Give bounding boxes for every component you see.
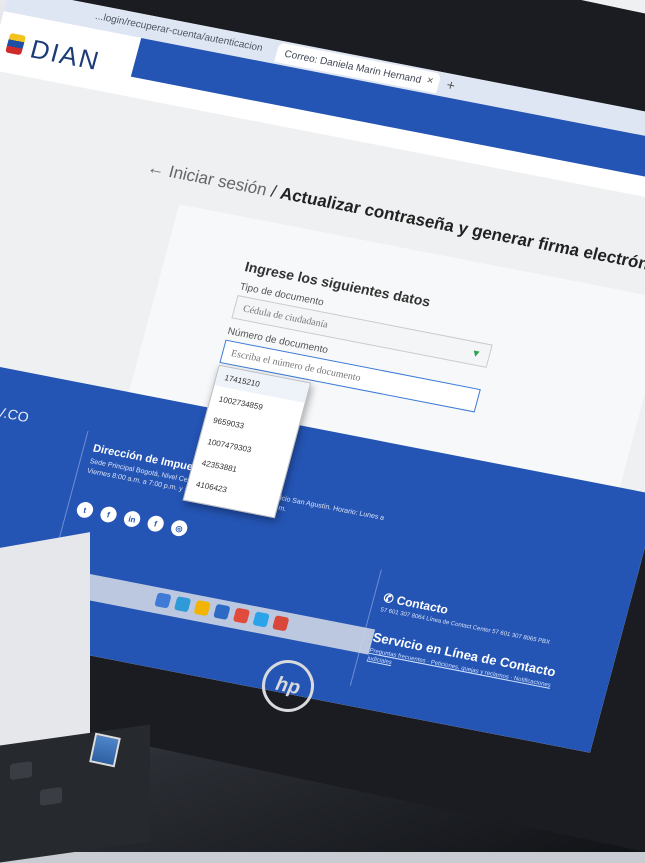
keyboard-key [10,761,32,781]
autocomplete-option[interactable]: 1007479303 [206,437,252,454]
monitor-screen: ...login/recuperar-cuenta/autenticacion … [0,0,645,753]
close-icon[interactable]: × [425,74,434,87]
autocomplete-option[interactable]: 1002734859 [218,395,264,412]
new-tab-icon[interactable]: + [445,76,457,93]
keyboard [0,724,150,863]
autocomplete-option[interactable]: 4106423 [195,480,228,495]
autocomplete-option[interactable]: 42353881 [201,458,238,474]
keyboard-key [40,786,62,806]
white-object [0,532,90,758]
chevron-down-icon: ▼ [469,347,483,361]
autocomplete-option[interactable]: 9659033 [212,416,245,431]
